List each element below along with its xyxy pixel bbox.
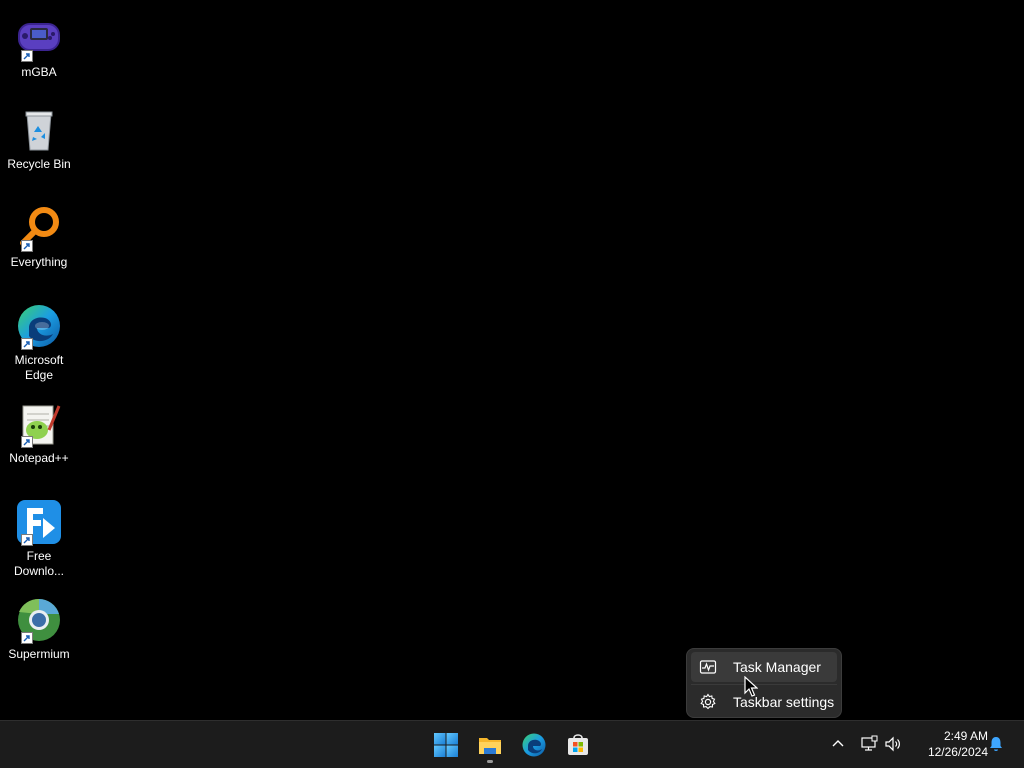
desktop-icon-label: Free Downlo... — [13, 549, 65, 578]
taskbar-app-file-explorer[interactable] — [470, 725, 510, 765]
taskbar-context-menu: Task Manager Taskbar settings — [686, 648, 842, 718]
taskbar-app-edge[interactable] — [514, 725, 554, 765]
chromium-globe-icon — [15, 596, 63, 644]
speaker-icon — [885, 736, 900, 752]
menu-item-taskbar-settings[interactable]: Taskbar settings — [691, 687, 837, 717]
magnifier-ring-icon — [15, 204, 63, 252]
desktop-icon-label: mGBA — [21, 65, 57, 79]
shortcut-arrow-icon — [21, 534, 33, 546]
shortcut-arrow-icon — [21, 632, 33, 644]
menu-divider — [691, 684, 837, 685]
notification-center-button[interactable] — [985, 733, 1007, 755]
menu-item-task-manager[interactable]: Task Manager — [691, 652, 837, 682]
windows-logo-icon — [434, 733, 458, 757]
volume-button[interactable] — [882, 733, 904, 755]
notification-bell-icon — [990, 737, 1002, 751]
desktop[interactable]: mGBA Recycle Bin Everything Microsoft Ed… — [0, 0, 1024, 720]
edge-icon — [15, 302, 63, 350]
desktop-icon-label: Recycle Bin — [7, 157, 71, 171]
shortcut-arrow-icon — [21, 436, 33, 448]
show-hidden-icons-button[interactable] — [827, 733, 849, 755]
taskbar: 2:49 AM 12/26/2024 — [0, 720, 1024, 768]
shortcut-arrow-icon — [21, 338, 33, 350]
shortcut-arrow-icon — [21, 240, 33, 252]
desktop-icon-microsoft-edge[interactable]: Microsoft Edge — [4, 302, 74, 383]
desktop-icon-supermium[interactable]: Supermium — [4, 596, 74, 662]
recycle-bin-icon — [15, 106, 63, 154]
desktop-icon-notepad-plus-plus[interactable]: Notepad++ — [4, 400, 74, 466]
download-arrow-icon — [15, 498, 63, 546]
desktop-icon-label: Microsoft Edge — [14, 353, 64, 382]
running-indicator — [487, 760, 493, 763]
menu-item-label: Task Manager — [733, 659, 821, 675]
network-icon — [861, 735, 878, 751]
gear-icon — [699, 693, 717, 711]
start-button[interactable] — [426, 725, 466, 765]
network-button[interactable] — [858, 733, 880, 755]
desktop-icon-everything[interactable]: Everything — [4, 204, 74, 270]
taskbar-app-microsoft-store[interactable] — [558, 725, 598, 765]
desktop-icon-label: Supermium — [8, 647, 70, 661]
desktop-icon-label: Notepad++ — [9, 451, 69, 465]
activity-chart-icon — [699, 658, 717, 676]
shortcut-arrow-icon — [21, 50, 33, 62]
desktop-icon-recycle-bin[interactable]: Recycle Bin — [4, 106, 74, 172]
chevron-up-icon — [832, 740, 844, 747]
mouse-cursor-icon — [744, 675, 759, 698]
folder-icon — [479, 738, 501, 754]
notepad-plus-plus-icon — [15, 400, 63, 448]
clock-date: 12/26/2024 — [927, 745, 988, 759]
gameboy-advance-icon — [15, 14, 63, 62]
desktop-icon-label: Everything — [10, 255, 68, 269]
clock-time: 2:49 AM — [943, 729, 988, 743]
desktop-icon-free-download-manager[interactable]: Free Downlo... — [4, 498, 74, 579]
taskbar-clock[interactable]: 2:49 AM 12/26/2024 — [912, 728, 988, 760]
store-bag-icon — [568, 734, 588, 755]
desktop-icon-mgba[interactable]: mGBA — [4, 14, 74, 80]
edge-icon — [522, 733, 546, 757]
